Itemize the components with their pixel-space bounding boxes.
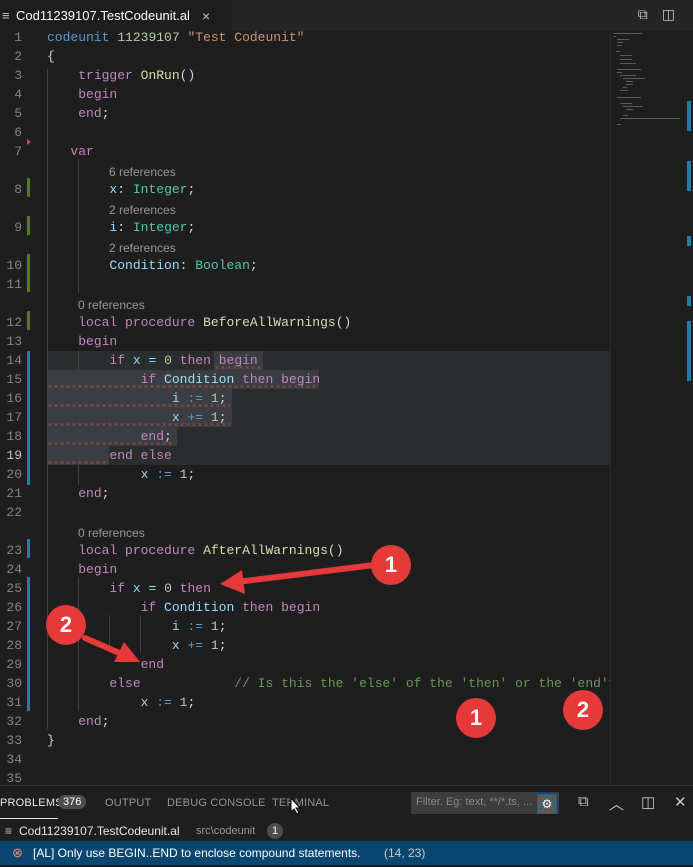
tab-debug-console[interactable]: DEBUG CONSOLE (167, 797, 266, 809)
code-line: 28 x += 1; (6, 638, 227, 653)
active-tab-indicator (0, 818, 58, 819)
editor-tab[interactable]: ≡ Cod11239107.TestCodeunit.al × (0, 0, 232, 31)
code-line: 20 x := 1; (6, 467, 196, 482)
code-line: 13 begin (6, 334, 118, 349)
open-changes-icon[interactable]: ⧉ (638, 6, 648, 23)
tab-problems[interactable]: PROBLEMS (0, 797, 63, 809)
error-squiggle (47, 385, 317, 388)
code-line: 27 i := 1; (6, 619, 227, 634)
code-line: 24 begin (6, 562, 118, 577)
code-line: 11 (6, 277, 22, 292)
error-squiggle (47, 404, 230, 407)
code-line: 12 local procedure BeforeAllWarnings() (6, 315, 352, 330)
panel-layout-icon[interactable]: ◫ (641, 793, 655, 811)
problems-count-badge: 376 (58, 795, 87, 809)
error-squiggle (47, 461, 109, 464)
annotation-marker-1: 1 (371, 545, 411, 585)
code-line: 30 else // Is this the 'else' of the 'th… (6, 676, 617, 691)
code-line: 2{ (14, 49, 55, 64)
code-line: 10 Condition: Boolean; (6, 258, 258, 273)
code-editor[interactable]: 1 codeunit 11239107 "Test Codeunit" 2{ 3 … (0, 30, 617, 786)
code-line: 14 if x = 0 then begin (6, 353, 258, 368)
code-line: 25 if x = 0 then (6, 581, 211, 596)
tab-title: Cod11239107.TestCodeunit.al (16, 8, 190, 23)
problem-file-name: Cod11239107.TestCodeunit.al (19, 824, 180, 838)
code-line: 7 var (14, 144, 94, 159)
error-squiggle (214, 366, 262, 369)
error-icon: ⊗ (12, 845, 23, 860)
problem-file-row[interactable]: ≡ Cod11239107.TestCodeunit.al src\codeun… (0, 821, 693, 841)
collapse-all-icon[interactable]: ⧉ (578, 793, 589, 810)
panel-header: PROBLEMS 376 OUTPUT DEBUG CONSOLE TERMIN… (0, 785, 693, 821)
code-line: 32 end; (6, 714, 110, 729)
code-line: 3 trigger OnRun() (14, 68, 196, 83)
code-line: 23 local procedure AfterAllWarnings() (6, 543, 344, 558)
tab-bar: ≡ Cod11239107.TestCodeunit.al × ⧉ ◫ (0, 0, 693, 31)
code-line: 22 (6, 505, 22, 520)
code-line: 34 (6, 752, 22, 767)
error-squiggle (47, 423, 230, 426)
code-line: 5 end; (14, 106, 110, 121)
problem-message: [AL] Only use BEGIN..END to enclose comp… (33, 846, 361, 860)
split-editor-icon[interactable]: ◫ (662, 6, 675, 23)
close-tab-icon[interactable]: × (202, 8, 210, 24)
filter-settings-icon[interactable]: ⚙ (537, 794, 557, 814)
error-squiggle (47, 442, 175, 445)
maximize-panel-icon[interactable]: ︿ (609, 793, 624, 814)
code-line: 31 x := 1; (6, 695, 196, 710)
minimap[interactable] (610, 31, 686, 785)
annotation-marker-1: 1 (456, 698, 496, 738)
file-icon: ≡ (2, 8, 10, 23)
code-line: 4 begin (14, 87, 118, 102)
tab-output[interactable]: OUTPUT (105, 797, 151, 809)
close-panel-icon[interactable]: ✕ (674, 793, 687, 811)
vertical-scrollbar[interactable] (685, 31, 693, 785)
mouse-pointer-icon (290, 796, 302, 820)
code-line: 9 i: Integer; (14, 220, 196, 235)
code-line: 6 (14, 125, 22, 140)
code-line: 8 x: Integer; (14, 182, 196, 197)
problem-file-count: 1 (267, 823, 284, 839)
code-line: 29 end (6, 657, 165, 672)
problem-row[interactable]: ⊗ [AL] Only use BEGIN..END to enclose co… (0, 841, 693, 865)
annotation-marker-2: 2 (46, 605, 86, 645)
problems-filter-input[interactable]: Filter. Eg: text, **/*.ts, ... ⚙ (411, 792, 559, 814)
code-line: 26 if Condition then begin (6, 600, 321, 615)
code-line: 1 codeunit 11239107 "Test Codeunit" (14, 30, 305, 45)
problem-file-path: src\codeunit (196, 825, 256, 837)
code-line: 21 end; (6, 486, 110, 501)
annotation-marker-2: 2 (563, 690, 603, 730)
file-icon: ≡ (5, 824, 13, 838)
problem-position: (14, 23) (384, 846, 426, 860)
code-line: 33} (6, 733, 55, 748)
